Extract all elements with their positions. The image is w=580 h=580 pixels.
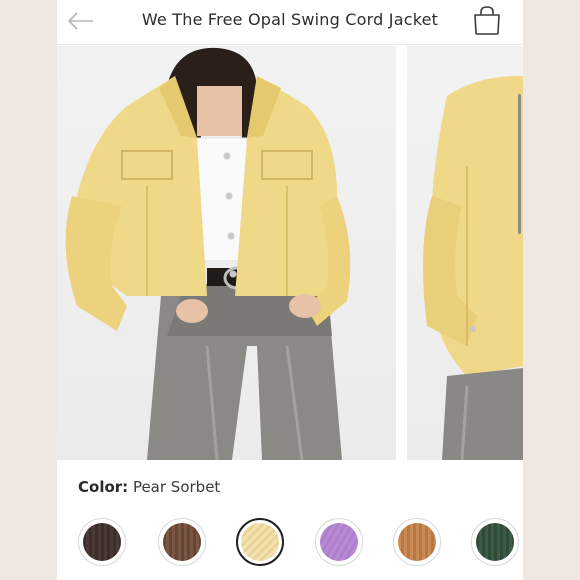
back-button[interactable]	[65, 6, 97, 36]
swatch-caramel[interactable]	[393, 518, 441, 566]
swatch-forest-green[interactable]	[471, 518, 519, 566]
model-front-illustration	[65, 47, 351, 460]
left-frame	[0, 0, 57, 580]
selected-color-name: Pear Sorbet	[132, 478, 221, 496]
product-image-gallery[interactable]	[57, 46, 523, 460]
color-swatches	[78, 518, 523, 570]
model-side-illustration	[423, 76, 523, 460]
right-frame	[523, 0, 580, 580]
shopping-bag-button[interactable]	[471, 4, 503, 36]
swatch-fill	[320, 523, 358, 561]
swatch-pear-sorbet[interactable]	[236, 518, 284, 566]
app-header: We The Free Opal Swing Cord Jacket	[57, 0, 523, 45]
swatch-fill	[163, 523, 201, 561]
color-selection-label: Color: Pear Sorbet	[78, 478, 220, 496]
swatch-lavender[interactable]	[315, 518, 363, 566]
swatch-dark-brown[interactable]	[78, 518, 126, 566]
swatch-fill	[241, 523, 279, 561]
swatch-brown[interactable]	[158, 518, 206, 566]
product-photo-side[interactable]	[407, 46, 523, 460]
swatch-fill	[398, 523, 436, 561]
shopping-bag-icon	[474, 6, 500, 35]
scroll-indicator[interactable]	[518, 94, 521, 234]
app-screen: We The Free Opal Swing Cord Jacket Color…	[57, 0, 523, 580]
color-label: Color:	[78, 478, 129, 496]
arrow-left-icon	[67, 12, 93, 30]
product-photo-front[interactable]	[57, 46, 396, 460]
swatch-fill	[476, 523, 514, 561]
page-title: We The Free Opal Swing Cord Jacket	[141, 10, 439, 29]
swatch-fill	[83, 523, 121, 561]
